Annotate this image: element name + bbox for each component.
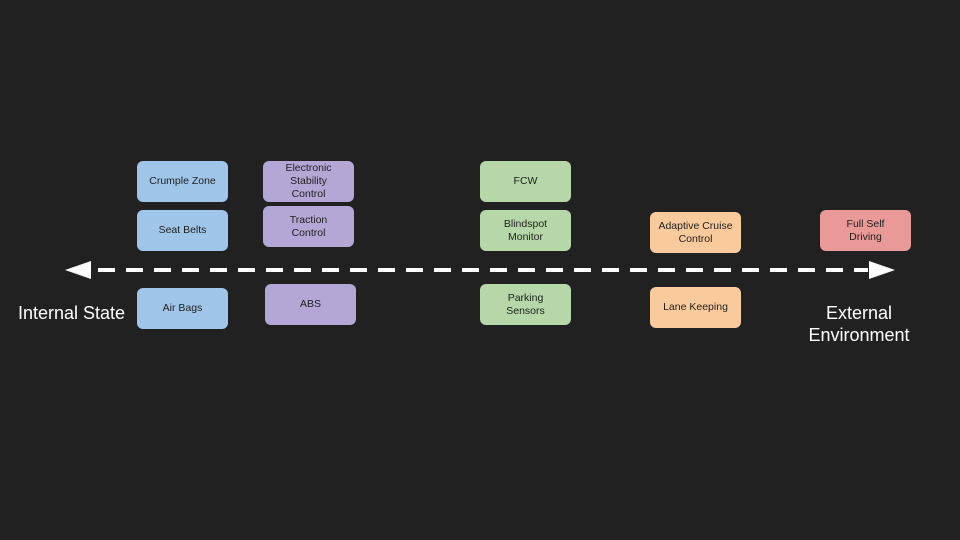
box-abs: ABS: [265, 284, 356, 325]
box-lane-keeping: Lane Keeping: [650, 287, 741, 328]
external-environment-label: External Environment: [800, 302, 918, 346]
external-label-line1: External: [825, 303, 893, 323]
right-arrowhead: [869, 261, 895, 279]
box-crumple-zone: Crumple Zone: [137, 161, 228, 202]
box-adaptive-cruise-control: Adaptive Cruise Control: [650, 212, 741, 253]
external-label-line2: Environment: [808, 325, 910, 345]
spectrum-arrow: [65, 261, 895, 279]
box-fcw: FCW: [480, 161, 571, 202]
box-seat-belts: Seat Belts: [137, 210, 228, 251]
box-air-bags: Air Bags: [137, 288, 228, 329]
left-arrowhead: [65, 261, 91, 279]
internal-state-label: Internal State: [18, 303, 126, 323]
box-parking-sensors: Parking Sensors: [480, 284, 571, 325]
box-electronic-stability-control: Electronic Stability Control: [263, 161, 354, 202]
box-traction-control: Traction Control: [263, 206, 354, 247]
box-blindspot-monitor: Blindspot Monitor: [480, 210, 571, 251]
box-full-self-driving: Full Self Driving: [820, 210, 911, 251]
